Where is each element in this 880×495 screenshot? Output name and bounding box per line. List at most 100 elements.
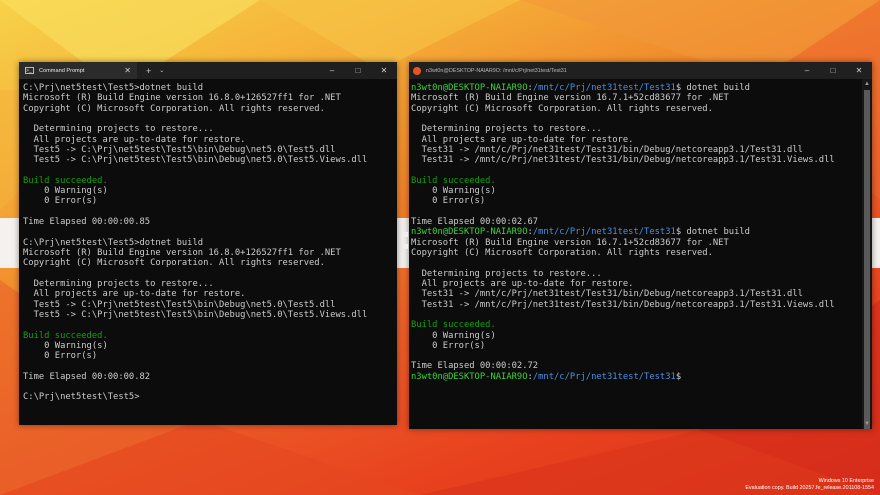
terminal-line: 0 Error(s) xyxy=(411,341,835,351)
terminal-line: Build succeeded. xyxy=(23,331,367,341)
terminal-text: All projects are up-to-date for restore. xyxy=(23,289,246,300)
terminal-line: Time Elapsed 00:00:00.85 xyxy=(23,217,367,227)
terminal-text: Test5 -> C:\Prj\net5test\Test5\bin\Debug… xyxy=(23,155,368,166)
new-tab-plus-icon[interactable]: + xyxy=(146,66,151,76)
terminal-line: Copyright (C) Microsoft Corporation. All… xyxy=(411,104,835,114)
terminal-text: 0 Warning(s) xyxy=(411,330,496,341)
terminal-text: All projects are up-to-date for restore. xyxy=(411,278,634,289)
terminal-line: All projects are up-to-date for restore. xyxy=(23,135,367,145)
close-button[interactable]: ✕ xyxy=(846,66,872,75)
cmd-titlebar[interactable]: >_ Command Prompt ✕ + ⌄ – □ ✕ xyxy=(19,62,397,79)
terminal-text: 0 Warning(s) xyxy=(411,186,496,197)
terminal-line: Time Elapsed 00:00:02.67 xyxy=(411,217,835,227)
wsl-terminal-window[interactable]: n3wt0n@DESKTOP-NAIAR9O: /mnt/c/Prj/net31… xyxy=(409,62,872,429)
terminal-text: C:\Prj\net5test\Test5>dotnet build xyxy=(23,83,204,93)
terminal-text: All projects are up-to-date for restore. xyxy=(23,134,246,145)
minimize-button[interactable]: – xyxy=(319,66,345,75)
ubuntu-icon xyxy=(413,66,421,75)
terminal-icon: >_ xyxy=(25,67,34,74)
scroll-down-icon[interactable]: ▼ xyxy=(862,419,872,429)
terminal-text: Copyright (C) Microsoft Corporation. All… xyxy=(411,248,713,258)
maximize-button[interactable]: □ xyxy=(820,66,846,75)
terminal-line: 0 Error(s) xyxy=(23,351,367,361)
terminal-line: n3wt0n@DESKTOP-NAIAR9O:/mnt/c/Prj/net31t… xyxy=(411,372,835,382)
terminal-text: Build succeeded. xyxy=(411,320,496,331)
terminal-text: Test31 -> /mnt/c/Prj/net31test/Test31/bi… xyxy=(411,289,803,300)
terminal-line: Build succeeded. xyxy=(411,320,835,330)
tab-close-icon[interactable]: ✕ xyxy=(124,66,131,75)
terminal-text: Test31 -> /mnt/c/Prj/net31test/Test31/bi… xyxy=(411,155,835,166)
wsl-titlebar[interactable]: n3wt0n@DESKTOP-NAIAR9O: /mnt/c/Prj/net31… xyxy=(409,62,872,79)
terminal-text: $ xyxy=(675,371,682,382)
terminal-text: $ dotnet build xyxy=(675,227,750,238)
terminal-line: 0 Warning(s) xyxy=(411,186,835,196)
terminal-text: Test5 -> C:\Prj\net5test\Test5\bin\Debug… xyxy=(23,144,336,155)
terminal-line: Microsoft (R) Build Engine version 16.7.… xyxy=(411,238,835,248)
minimize-button[interactable]: – xyxy=(794,66,820,75)
terminal-line: Copyright (C) Microsoft Corporation. All… xyxy=(411,248,835,258)
terminal-text: 0 Error(s) xyxy=(23,351,98,362)
terminal-text: Test5 -> C:\Prj\net5test\Test5\bin\Debug… xyxy=(23,299,336,310)
terminal-text: Test31 -> /mnt/c/Prj/net31test/Test31/bi… xyxy=(411,144,803,155)
terminal-line: n3wt0n@DESKTOP-NAIAR9O:/mnt/c/Prj/net31t… xyxy=(411,83,835,93)
window-title: n3wt0n@DESKTOP-NAIAR9O: /mnt/c/Prj/net31… xyxy=(426,67,567,74)
terminal-text: 0 Error(s) xyxy=(23,196,98,207)
watermark-line: Evaluation copy. Build 20257.fe_release.… xyxy=(745,485,874,491)
terminal-line: C:\Prj\net5test\Test5>dotnet build xyxy=(23,83,367,93)
terminal-text: 0 Warning(s) xyxy=(23,340,108,351)
terminal-line: C:\Prj\net5test\Test5>dotnet build xyxy=(23,238,367,248)
terminal-line: 0 Warning(s) xyxy=(411,331,835,341)
cursor-marker xyxy=(403,232,408,237)
terminal-line: 0 Warning(s) xyxy=(23,341,367,351)
terminal-line: Copyright (C) Microsoft Corporation. All… xyxy=(23,258,367,268)
terminal-line: Determining projects to restore... xyxy=(23,124,367,134)
vertical-scrollbar[interactable]: ▲ ▼ xyxy=(862,79,872,429)
terminal-text: /mnt/c/Prj/net31test/Test31 xyxy=(532,227,676,238)
terminal-text: Time Elapsed 00:00:00.82 xyxy=(23,371,151,382)
terminal-text: C:\Prj\net5test\Test5>dotnet build xyxy=(23,237,204,248)
wsl-terminal-output[interactable]: n3wt0n@DESKTOP-NAIAR9O:/mnt/c/Prj/net31t… xyxy=(411,83,835,382)
terminal-text: Determining projects to restore... xyxy=(23,124,214,135)
chevron-down-icon[interactable]: ⌄ xyxy=(159,67,164,74)
maximize-button[interactable]: □ xyxy=(345,66,371,75)
terminal-line: Test31 -> /mnt/c/Prj/net31test/Test31/bi… xyxy=(411,155,835,165)
terminal-line: Test5 -> C:\Prj\net5test\Test5\bin\Debug… xyxy=(23,145,367,155)
close-button[interactable]: ✕ xyxy=(371,66,397,75)
terminal-line: 0 Warning(s) xyxy=(23,186,367,196)
terminal-text: Copyright (C) Microsoft Corporation. All… xyxy=(23,103,325,114)
terminal-line: 0 Error(s) xyxy=(411,196,835,206)
terminal-text: All projects are up-to-date for restore. xyxy=(411,134,634,145)
watermark-line: Windows 10 Enterprise xyxy=(818,478,874,484)
terminal-text: Build succeeded. xyxy=(411,175,496,186)
terminal-text: n3wt0n@DESKTOP-NAIAR9O xyxy=(411,371,528,382)
scrollbar-thumb[interactable] xyxy=(864,90,870,429)
terminal-text: Microsoft (R) Build Engine version 16.8.… xyxy=(23,248,341,258)
terminal-text: 0 Error(s) xyxy=(411,196,486,207)
terminal-text: Copyright (C) Microsoft Corporation. All… xyxy=(411,103,713,114)
terminal-line: All projects are up-to-date for restore. xyxy=(411,135,835,145)
terminal-text: Time Elapsed 00:00:02.72 xyxy=(411,361,539,372)
terminal-line: Microsoft (R) Build Engine version 16.8.… xyxy=(23,93,367,103)
scroll-up-icon[interactable]: ▲ xyxy=(862,79,872,89)
tab-command-prompt[interactable]: >_ Command Prompt ✕ xyxy=(19,62,137,79)
terminal-line: Test31 -> /mnt/c/Prj/net31test/Test31/bi… xyxy=(411,145,835,155)
cmd-terminal-output[interactable]: C:\Prj\net5test\Test5>dotnet build Micros… xyxy=(23,83,367,403)
terminal-line: Test5 -> C:\Prj\net5test\Test5\bin\Debug… xyxy=(23,155,368,166)
terminal-text: /mnt/c/Prj/net31test/Test31 xyxy=(532,83,676,93)
terminal-line: Build succeeded. xyxy=(23,176,367,186)
terminal-line: Test5 -> C:\Prj\net5test\Test5\bin\Debug… xyxy=(23,310,368,320)
terminal-line: Determining projects to restore... xyxy=(411,269,835,279)
terminal-line: Copyright (C) Microsoft Corporation. All… xyxy=(23,104,367,114)
terminal-text: Microsoft (R) Build Engine version 16.7.… xyxy=(411,93,729,104)
command-prompt-window[interactable]: >_ Command Prompt ✕ + ⌄ – □ ✕ C:\Prj\net… xyxy=(19,62,397,425)
terminal-line: Time Elapsed 00:00:00.82 xyxy=(23,372,367,382)
terminal-line: Time Elapsed 00:00:02.72 xyxy=(411,361,835,371)
